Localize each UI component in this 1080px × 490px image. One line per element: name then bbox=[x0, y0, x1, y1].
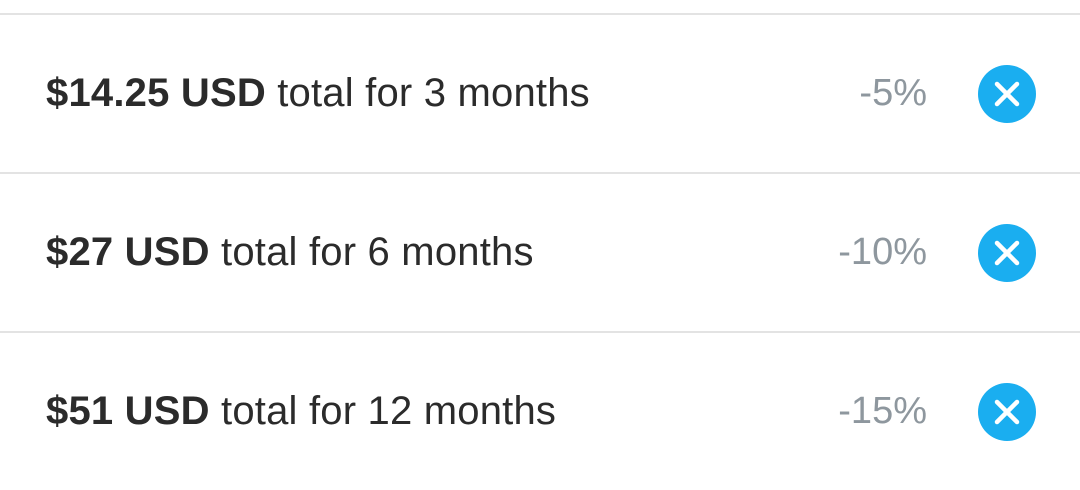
plan-row-3-months: $14.25 USD total for 3 months -5% bbox=[0, 15, 1080, 174]
plan-label: $51 USD total for 12 months bbox=[46, 389, 556, 434]
plan-price: $27 USD bbox=[46, 230, 210, 274]
plan-description: total for 3 months bbox=[265, 71, 590, 115]
remove-plan-button[interactable] bbox=[978, 382, 1036, 441]
plan-discount: -5% bbox=[859, 72, 927, 114]
plan-list: $14.25 USD total for 3 months -5% $27 US… bbox=[0, 15, 1080, 490]
plan-price: $14.25 USD bbox=[46, 71, 266, 115]
plan-description: total for 6 months bbox=[209, 230, 534, 274]
close-icon bbox=[994, 240, 1020, 265]
plan-description: total for 12 months bbox=[209, 389, 557, 433]
remove-plan-button[interactable] bbox=[978, 64, 1036, 123]
plan-label: $27 USD total for 6 months bbox=[46, 230, 534, 275]
plan-row-12-months: $51 USD total for 12 months -15% bbox=[0, 333, 1080, 490]
close-icon bbox=[994, 399, 1020, 424]
plan-row-6-months: $27 USD total for 6 months -10% bbox=[0, 174, 1080, 333]
plan-discount: -15% bbox=[838, 390, 927, 432]
plan-label: $14.25 USD total for 3 months bbox=[46, 71, 590, 116]
remove-plan-button[interactable] bbox=[978, 223, 1036, 282]
plan-price: $51 USD bbox=[46, 389, 210, 433]
close-icon bbox=[994, 81, 1020, 106]
plan-discount: -10% bbox=[838, 231, 927, 273]
